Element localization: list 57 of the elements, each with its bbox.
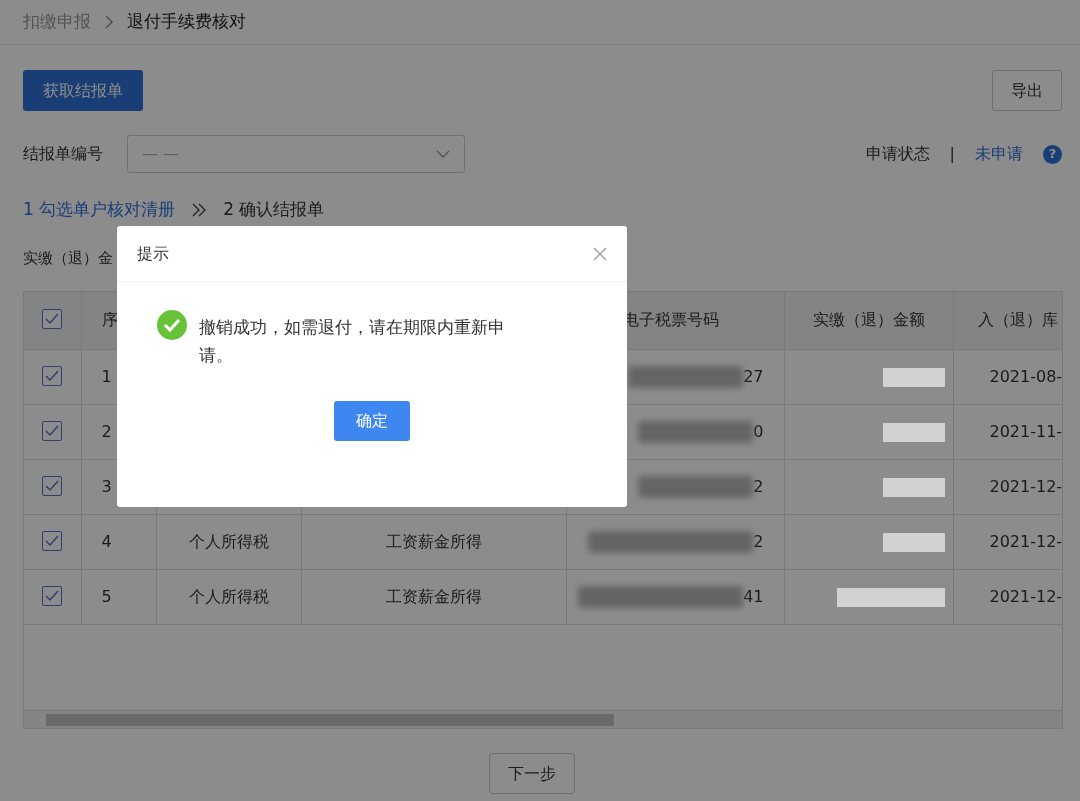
status-divider: | bbox=[949, 143, 955, 165]
table-cell: 工资薪金所得 bbox=[385, 586, 482, 606]
fetch-button[interactable]: 获取结报单 bbox=[23, 70, 143, 111]
table-cell: 2021-12- bbox=[989, 531, 1062, 551]
table-cell: 个人所得税 bbox=[188, 586, 269, 606]
step-label: 2 确认结报单 bbox=[223, 198, 325, 221]
checkbox[interactable] bbox=[42, 585, 63, 606]
table-cell: 5 bbox=[101, 586, 112, 606]
chevron-down-icon bbox=[436, 150, 450, 158]
table-cell: 2021-11- bbox=[989, 421, 1062, 441]
table-cell: 41 bbox=[743, 586, 764, 606]
checkbox[interactable] bbox=[42, 309, 63, 330]
dialog-title: 提示 bbox=[137, 242, 169, 265]
checkbox[interactable] bbox=[42, 475, 63, 496]
column-header: 实缴（退）金额 bbox=[812, 310, 925, 330]
table-cell: 工资薪金所得 bbox=[385, 531, 482, 551]
success-check-icon bbox=[157, 310, 187, 340]
redaction-block bbox=[882, 367, 945, 387]
help-icon[interactable]: ? bbox=[1043, 144, 1062, 164]
scrollbar-thumb[interactable] bbox=[46, 714, 614, 726]
table-cell: 1 bbox=[101, 366, 112, 386]
chevron-icon bbox=[105, 15, 113, 29]
table-cell: 2 bbox=[101, 421, 112, 441]
table-cell: 2 bbox=[753, 531, 764, 551]
breadcrumb-current: 退付手续费核对 bbox=[127, 10, 246, 34]
table-cell: 2021-08- bbox=[989, 366, 1062, 386]
field-label: 结报单编号 bbox=[23, 143, 103, 165]
table-cell: 2021-12- bbox=[989, 476, 1062, 496]
close-icon[interactable] bbox=[593, 246, 607, 261]
table-cell: 27 bbox=[743, 366, 764, 386]
table-cell: 2 bbox=[753, 476, 764, 496]
status-link[interactable]: 未申请 bbox=[975, 142, 1023, 166]
redaction-block bbox=[882, 532, 945, 552]
status-label: 申请状态 bbox=[865, 143, 930, 165]
table-cell: 3 bbox=[101, 476, 112, 496]
export-button[interactable]: 导出 bbox=[992, 70, 1062, 111]
table-cell: 0 bbox=[753, 421, 764, 441]
table-cell: 个人所得税 bbox=[188, 531, 269, 551]
checkbox[interactable] bbox=[42, 420, 63, 441]
breadcrumb-link[interactable]: 扣缴申报 bbox=[23, 9, 91, 35]
confirm-button[interactable]: 确定 bbox=[334, 401, 410, 442]
checkbox[interactable] bbox=[42, 365, 63, 386]
table-cell: 4 bbox=[101, 531, 112, 551]
summary-label: 实缴（退）金 bbox=[23, 247, 113, 269]
horizontal-scrollbar[interactable] bbox=[24, 710, 1062, 728]
select-field[interactable]: — — bbox=[127, 135, 465, 173]
column-header: 入（退）库 bbox=[977, 310, 1058, 330]
checkbox[interactable] bbox=[42, 530, 63, 551]
next-button[interactable]: 下一步 bbox=[488, 753, 575, 794]
table-cell: 2021-12- bbox=[989, 586, 1062, 606]
dialog-message: 撤销成功，如需退付，请在期限内重新申请。 bbox=[199, 316, 506, 368]
double-chevron-icon bbox=[191, 202, 208, 217]
redaction-block bbox=[882, 422, 945, 442]
step-link[interactable]: 1 勾选单户核对清册 bbox=[23, 197, 176, 223]
redaction-block bbox=[882, 477, 945, 497]
select-placeholder: — — bbox=[142, 143, 180, 165]
column-header: 序 bbox=[101, 310, 118, 330]
